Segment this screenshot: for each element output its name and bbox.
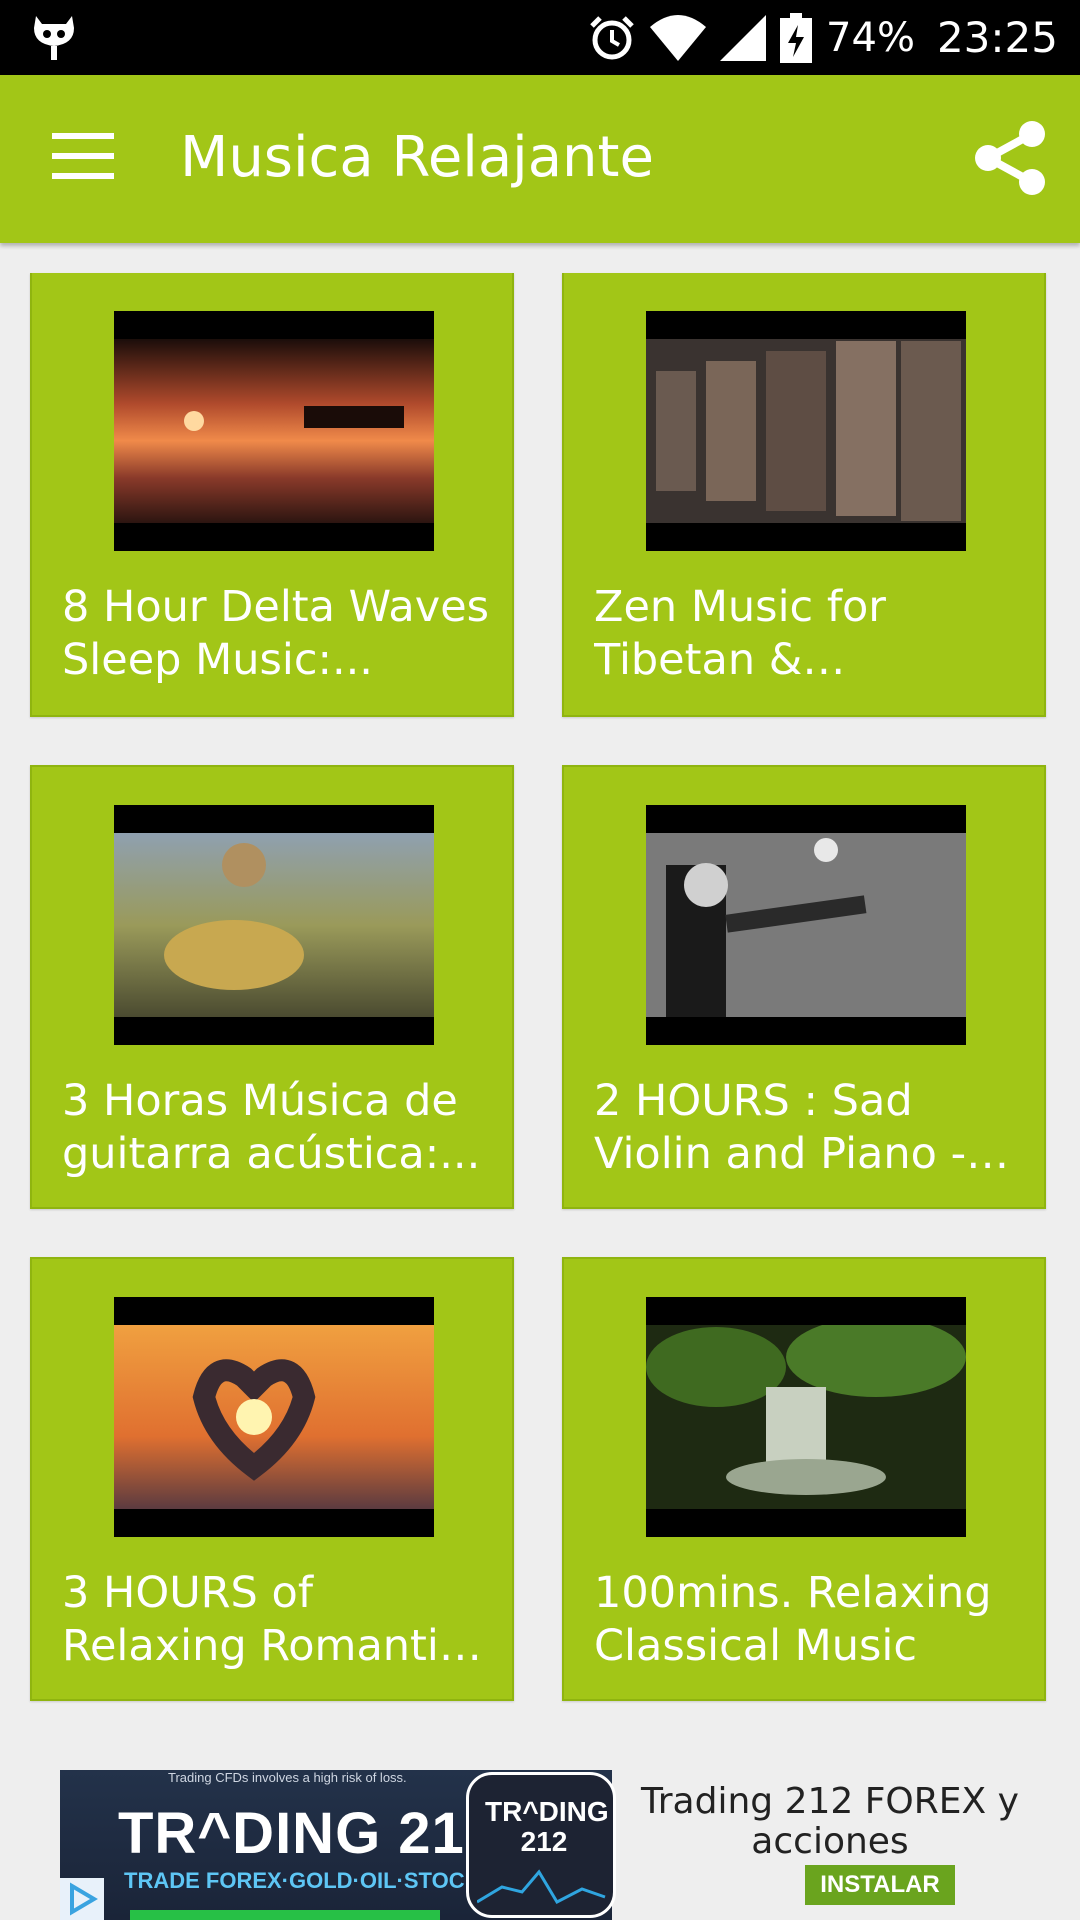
chart-line-icon	[477, 1869, 606, 1904]
cyanogen-mascot-icon	[34, 16, 74, 60]
heart-hands-thumbnail	[114, 1297, 434, 1537]
video-thumbnail	[646, 311, 966, 551]
ad-image: Trading CFDs involves a high risk of los…	[60, 1770, 616, 1920]
status-bar: 74% 23:25	[0, 0, 1080, 75]
battery-charging-icon	[780, 12, 813, 63]
video-card[interactable]: 3 HOURS of Relaxing Romantic Music |...	[30, 1257, 514, 1701]
video-title: 3 HOURS of Relaxing Romantic Music |...	[62, 1568, 463, 1671]
video-thumbnail	[114, 1297, 434, 1537]
video-thumbnail	[646, 1297, 966, 1537]
install-button[interactable]: INSTALAR	[805, 1865, 955, 1905]
ad-banner[interactable]: Trading CFDs involves a high risk of los…	[60, 1770, 1020, 1920]
hamburger-menu-icon[interactable]	[52, 133, 114, 183]
ad-badge: TR^DING 212	[466, 1772, 616, 1918]
ad-tagline: TRADE FOREX·GOLD·OIL·STOCKS	[124, 1868, 496, 1893]
sunset-sea-thumbnail	[114, 311, 434, 551]
ad-disclaimer: Trading CFDs involves a high risk of los…	[168, 1770, 407, 1785]
battery-percentage: 74%	[826, 14, 915, 61]
video-title: 2 HOURS : Sad Violin and Piano - Relaxin…	[594, 1076, 967, 1179]
video-card[interactable]: Zen Music for Tibetan & Buddhist...	[562, 273, 1046, 717]
share-icon[interactable]	[970, 118, 1050, 198]
app-title: Musica Relajante	[180, 125, 654, 190]
prayer-wheels-thumbnail	[646, 311, 966, 551]
forest-waterfall-thumbnail	[646, 1297, 966, 1537]
clock: 23:25	[936, 13, 1058, 62]
violinist-thumbnail	[646, 805, 966, 1045]
ad-title: Trading 212 FOREX y acciones	[641, 1781, 1019, 1862]
app-bar: Musica Relajante	[0, 75, 1080, 243]
video-card[interactable]: 2 HOURS : Sad Violin and Piano - Relaxin…	[562, 765, 1046, 1209]
video-title: 8 Hour Delta Waves Sleep Music:...	[62, 582, 490, 685]
video-thumbnail	[114, 311, 434, 551]
video-thumbnail	[114, 805, 434, 1045]
video-title: 3 Horas Música de guitarra acústica:...	[62, 1076, 481, 1179]
video-card[interactable]: 3 Horas Música de guitarra acústica:...	[30, 765, 514, 1209]
ad-choices-icon[interactable]	[60, 1878, 104, 1920]
video-title: Zen Music for Tibetan & Buddhist...	[594, 582, 886, 685]
ad-green-bar	[130, 1910, 440, 1920]
signal-icon	[720, 14, 767, 61]
alarm-icon	[590, 15, 634, 59]
video-title: 100mins. Relaxing Classical Music	[594, 1568, 992, 1671]
wifi-icon	[650, 14, 707, 61]
guitar-player-thumbnail	[114, 805, 434, 1045]
video-card[interactable]: 8 Hour Delta Waves Sleep Music:...	[30, 273, 514, 717]
video-card[interactable]: 100mins. Relaxing Classical Music	[562, 1257, 1046, 1701]
ad-badge-text: TR^DING 212	[485, 1796, 609, 1857]
video-thumbnail	[646, 805, 966, 1045]
ad-logo: TR^DING 212	[118, 1801, 499, 1866]
